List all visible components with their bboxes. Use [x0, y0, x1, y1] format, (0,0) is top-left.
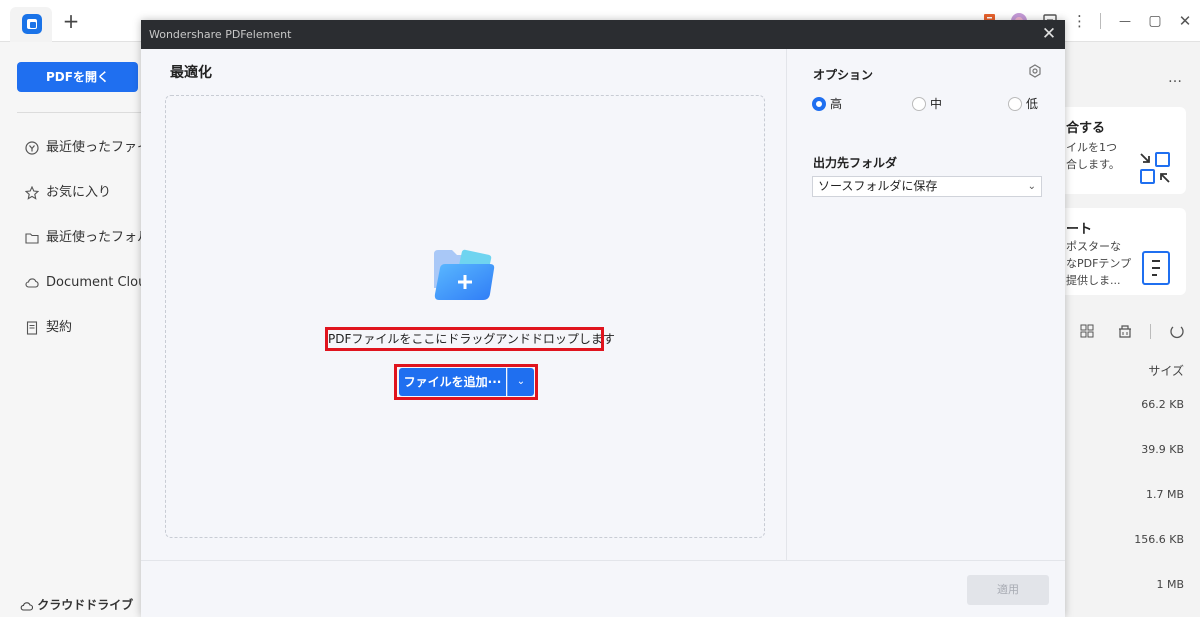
app-home-tab[interactable]	[10, 7, 52, 42]
sidebar-item-favorites[interactable]: お気に入り	[24, 183, 154, 203]
more-menu-icon[interactable]: ⋮	[1072, 11, 1087, 31]
quality-low-radio[interactable]: 低	[1008, 96, 1038, 112]
file-size: 1 MB	[1156, 578, 1184, 591]
combine-tool-card[interactable]: 合する イルを1つ 合します。	[1064, 107, 1186, 194]
star-icon	[24, 183, 40, 203]
quality-medium-radio[interactable]: 中	[912, 96, 942, 112]
titlebar-divider	[1100, 13, 1101, 29]
template-tool-card[interactable]: ート ポスターな なPDFテンプ 提供しま...	[1064, 208, 1186, 295]
file-size: 156.6 KB	[1134, 533, 1184, 546]
sidebar-item-recent-files[interactable]: 最近使ったファイル	[24, 138, 154, 158]
sidebar-item-label: 契約	[46, 320, 73, 335]
sidebar-item-contracts[interactable]: 契約	[24, 318, 154, 338]
output-folder-title: 出力先フォルダ	[813, 156, 898, 170]
add-file-button[interactable]: ファイルを追加···	[399, 368, 506, 396]
dialog-close-button[interactable]: ✕	[1039, 24, 1059, 44]
minimize-button[interactable]: —	[1116, 11, 1134, 31]
radio-unchecked-icon	[912, 96, 926, 111]
sidebar-item-label: 最近使ったファイル	[46, 140, 154, 155]
file-size: 66.2 KB	[1141, 398, 1184, 411]
dialog-title: Wondershare PDFelement	[149, 28, 292, 41]
file-drop-zone[interactable]	[165, 95, 765, 538]
refresh-icon[interactable]	[1169, 324, 1185, 340]
card-description: ポスターな なPDFテンプ 提供しま...	[1066, 240, 1132, 287]
settings-icon[interactable]	[1028, 64, 1042, 78]
sidebar-item-label: Document Cloud	[46, 275, 154, 290]
cloud-drive-link[interactable]: クラウドドライブ	[20, 596, 133, 613]
folder-icon	[24, 228, 40, 248]
add-file-dropdown-button[interactable]: ⌄	[507, 368, 534, 396]
dialog-titlebar: Wondershare PDFelement ✕	[141, 20, 1065, 49]
sidebar-divider	[17, 112, 147, 113]
recent-icon	[24, 138, 40, 158]
output-folder-select[interactable]: ソースフォルダに保存 ⌄	[812, 176, 1042, 197]
footer-divider	[141, 560, 1065, 561]
card-title: ート	[1066, 222, 1093, 237]
quality-high-radio[interactable]: 高	[812, 96, 842, 112]
chevron-down-icon: ⌄	[1027, 181, 1036, 192]
pdfelement-logo-icon	[22, 14, 42, 34]
size-column-header[interactable]: サイズ	[1148, 362, 1184, 379]
new-tab-button[interactable]: +	[62, 10, 80, 32]
sidebar: PDFを開く 最近使ったファイル お気に入り 最近使ったフォルダ Documen…	[0, 42, 160, 617]
card-description: イルを1つ 合します。	[1066, 141, 1120, 171]
options-title: オプション	[813, 68, 874, 82]
drag-drop-instruction: PDFファイルをここにドラッグアンドドロップします	[325, 327, 615, 351]
radio-checked-icon	[812, 96, 826, 111]
maximize-button[interactable]: ▢	[1146, 11, 1164, 31]
combine-icon	[1140, 152, 1170, 184]
add-folder-icon	[434, 249, 495, 300]
contract-icon	[24, 318, 40, 338]
cloud-drive-label: クラウドドライブ	[37, 598, 134, 612]
chevron-down-icon: ⌄	[516, 376, 526, 387]
toolbar-divider	[1150, 324, 1151, 339]
card-title: 合する	[1066, 121, 1106, 136]
grid-view-icon[interactable]	[1080, 324, 1094, 338]
cloud-icon	[24, 273, 40, 293]
window-close-button[interactable]: ✕	[1176, 11, 1194, 31]
more-options-icon[interactable]: …	[1168, 70, 1182, 86]
page-title: 最適化	[170, 65, 212, 81]
apply-button[interactable]: 適用	[967, 575, 1049, 605]
template-icon	[1142, 251, 1170, 285]
sidebar-item-label: 最近使ったフォルダ	[46, 230, 154, 245]
cleanup-icon[interactable]	[1117, 323, 1133, 339]
sidebar-item-label: お気に入り	[46, 185, 112, 200]
radio-unchecked-icon	[1008, 96, 1022, 111]
file-size: 39.9 KB	[1141, 443, 1184, 456]
optimize-dialog: Wondershare PDFelement ✕ 最適化 PDFファイルをここに…	[141, 20, 1065, 617]
options-panel: オプション 高 中 低 出力先フォルダ ソースフォルダに保存 ⌄	[786, 49, 1065, 560]
file-size: 1.7 MB	[1145, 488, 1184, 501]
sidebar-item-recent-folders[interactable]: 最近使ったフォルダ	[24, 228, 154, 248]
sidebar-item-document-cloud[interactable]: Document Cloud	[24, 273, 154, 293]
open-pdf-button[interactable]: PDFを開く	[17, 62, 138, 92]
cloud-drive-icon	[20, 601, 34, 611]
